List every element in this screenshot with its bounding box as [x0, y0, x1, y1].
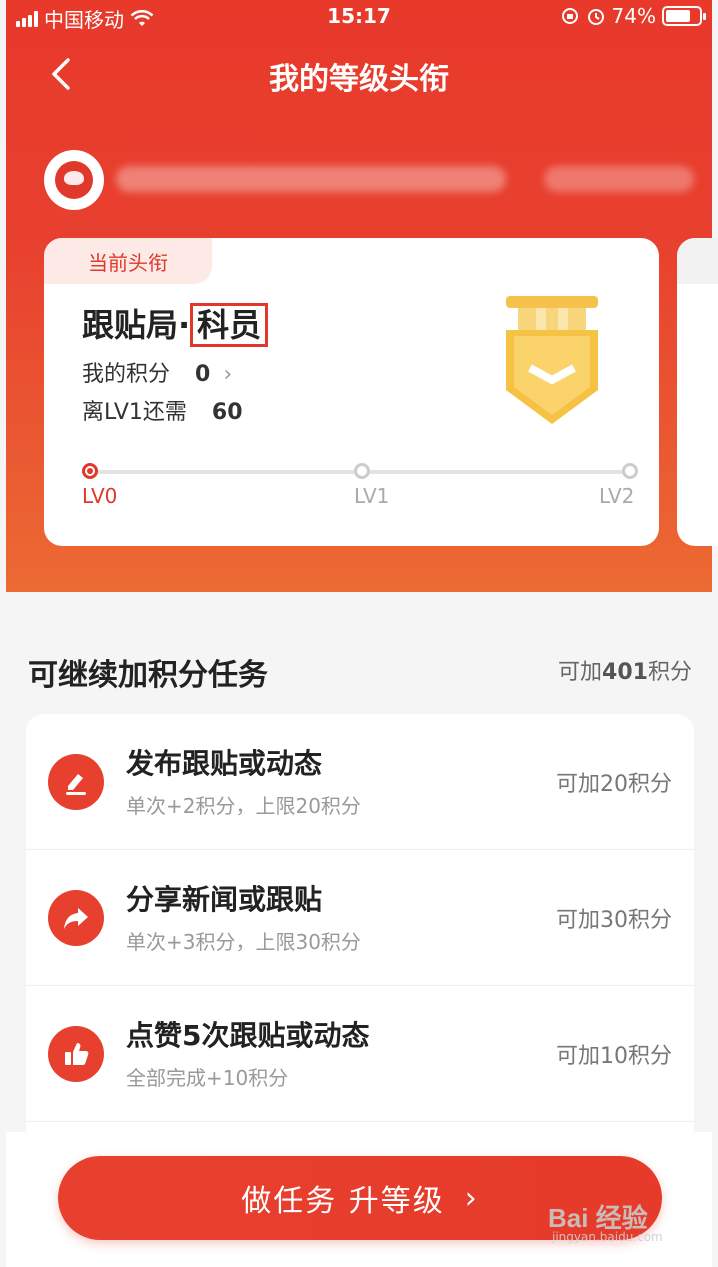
thumbs-up-icon	[48, 1026, 104, 1082]
avatar-image	[55, 161, 93, 199]
next-level-card[interactable]	[677, 238, 718, 546]
blurred-info	[544, 166, 694, 192]
watermark-sub: jingyan.baidu.com	[552, 1230, 663, 1244]
page-title: 我的等级头衔	[269, 62, 449, 97]
tasks-total-suffix: 积分	[647, 660, 692, 685]
share-icon	[48, 890, 104, 946]
task-points: 可加10积分	[556, 1044, 672, 1069]
need-line: 离LV1还需 60	[82, 394, 243, 426]
battery-icon	[662, 6, 706, 26]
level-node-0	[82, 463, 98, 479]
chevron-right-icon: ›	[464, 1180, 479, 1216]
battery-fill	[666, 10, 690, 22]
tasks-total-prefix: 可加	[558, 660, 603, 685]
nav-bar: 我的等级头衔	[6, 40, 712, 114]
level-node-1	[354, 463, 370, 479]
need-value: 60	[211, 400, 243, 425]
baidu-watermark: Bai 经验 jingyan.baidu.com	[548, 1186, 688, 1246]
need-label: 离LV1还需	[82, 400, 187, 425]
blurred-username	[116, 166, 506, 192]
level-label-1: LV1	[354, 484, 390, 508]
task-points: 可加30积分	[556, 908, 672, 933]
score-value: 0	[195, 362, 211, 387]
edit-icon	[48, 754, 104, 810]
level-rank: 科员	[190, 303, 269, 347]
level-label-2: LV2	[599, 484, 635, 508]
level-node-2	[622, 463, 638, 479]
medal-icon	[506, 296, 598, 424]
task-title: 分享新闻或跟贴	[126, 883, 323, 916]
status-bar: 中国移动 15:17 74%	[6, 0, 712, 34]
cta-label: 做任务 升等级	[241, 1184, 445, 1219]
battery-percent: 74%	[611, 4, 656, 28]
tasks-total: 可加401积分	[558, 654, 692, 686]
task-desc: 单次+2积分，上限20积分	[126, 794, 361, 818]
task-item-post[interactable]: 发布跟贴或动态 单次+2积分，上限20积分 可加20积分	[26, 714, 694, 850]
task-desc: 单次+3积分，上限30积分	[126, 930, 361, 954]
task-item-share[interactable]: 分享新闻或跟贴 单次+3积分，上限30积分 可加30积分	[26, 850, 694, 986]
current-title-badge: 当前头衔	[44, 238, 212, 284]
level-label-0: LV0	[82, 484, 118, 508]
task-title: 点赞5次跟贴或动态	[126, 1019, 370, 1052]
score-line[interactable]: 我的积分 0 ›	[82, 356, 232, 388]
avatar[interactable]	[44, 150, 104, 210]
level-title-prefix: 跟贴局·	[82, 306, 191, 344]
tasks-total-value: 401	[602, 660, 648, 685]
user-profile	[44, 150, 704, 210]
chevron-right-icon: ›	[223, 362, 233, 387]
level-title: 跟贴局· 科员	[82, 300, 269, 347]
tasks-header: 可继续加积分任务	[28, 658, 268, 693]
rotation-lock-icon	[561, 8, 578, 24]
task-item-like[interactable]: 点赞5次跟贴或动态 全部完成+10积分 可加10积分	[26, 986, 694, 1122]
task-title: 发布跟贴或动态	[126, 747, 323, 780]
task-points: 可加20积分	[556, 772, 672, 797]
task-desc: 全部完成+10积分	[126, 1066, 289, 1090]
alarm-icon	[587, 9, 604, 25]
current-level-card: 当前头衔 跟贴局· 科员 我的积分 0 › 离LV1还需 60 LV0 LV1 L…	[44, 238, 659, 546]
score-label: 我的积分	[82, 362, 171, 387]
status-right: 74%	[560, 4, 706, 28]
